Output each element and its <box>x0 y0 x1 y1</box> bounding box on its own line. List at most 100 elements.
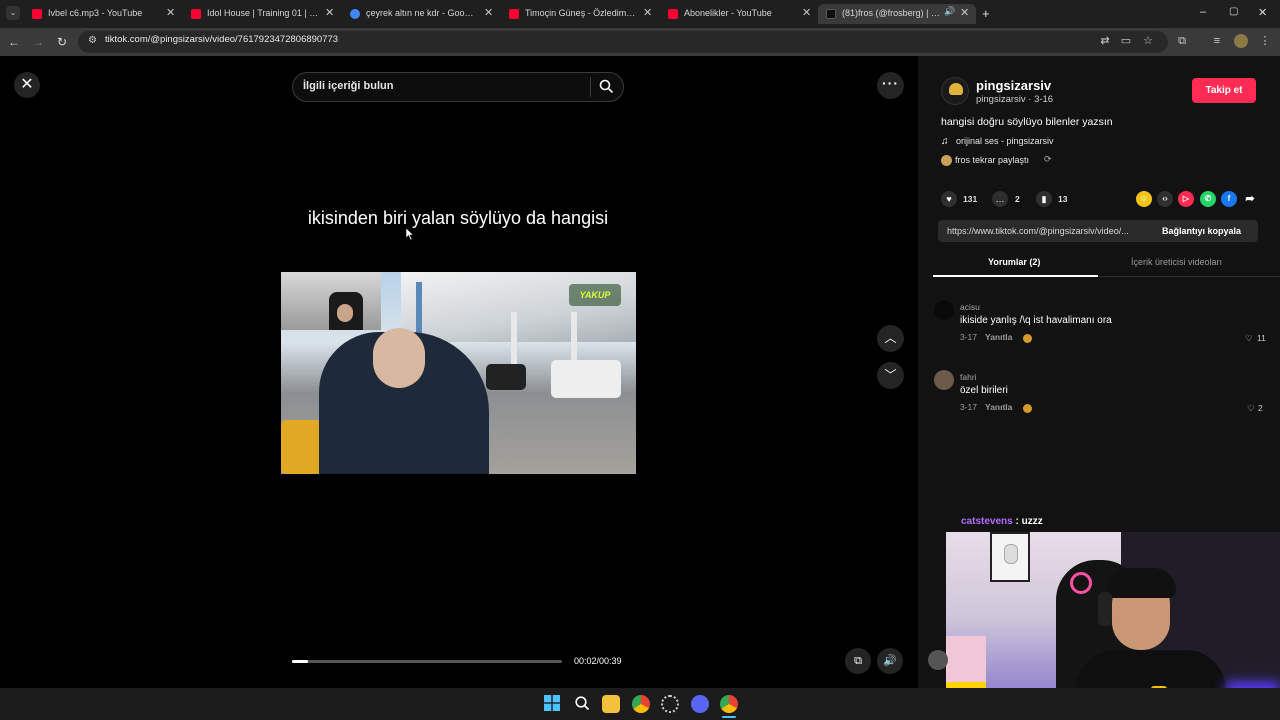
stream-chat-message: catstevens : uzzz <box>961 516 1043 527</box>
like-heart-icon[interactable]: ♥ <box>941 191 957 207</box>
comment-text: özel birileri <box>960 385 1008 396</box>
repost-text[interactable]: fros tekrar paylaştı <box>955 155 1029 165</box>
comment-username[interactable]: acisu <box>960 302 980 312</box>
tiktok-favicon-icon <box>826 9 836 19</box>
menu-kebab-icon[interactable]: ⋮ <box>1258 34 1272 48</box>
youtube-favicon-icon <box>32 9 42 19</box>
minimize-icon[interactable]: – <box>1200 6 1206 18</box>
facebook-icon[interactable]: f <box>1221 191 1237 207</box>
close-tab-icon[interactable]: ✕ <box>166 6 175 19</box>
video-caption: ikisinden biri yalan söylüyo da hangisi <box>307 208 609 228</box>
search-placeholder: İlgili içeriği bulun <box>303 80 394 92</box>
browser-tab[interactable]: çeyrek altın ne kdr - Google'da ✕ <box>340 4 498 24</box>
discord-icon[interactable] <box>691 695 709 713</box>
video-progress-bar[interactable] <box>292 660 562 663</box>
tab-title: Ivbel c6.mp3 - YouTube <box>48 8 143 18</box>
comment-count: 2 <box>1015 194 1020 204</box>
profile-avatar-icon[interactable] <box>1234 34 1248 48</box>
share-arrow-icon[interactable]: ➦ <box>1242 191 1258 207</box>
car <box>486 364 526 390</box>
chrome-active-icon[interactable] <box>720 695 738 713</box>
tab-creator-videos[interactable]: İçerik üreticisi videoları <box>1131 257 1222 267</box>
post-description: hangisi doğru söylüyo bilenler yazsın <box>941 116 1113 128</box>
close-video-button[interactable]: ✕ <box>14 72 40 98</box>
next-video-button[interactable]: ﹀ <box>877 362 904 389</box>
webcam-inset <box>281 272 381 330</box>
translate-icon[interactable]: ⇄ <box>1098 34 1112 48</box>
whatsapp-icon[interactable]: ✆ <box>1200 191 1216 207</box>
browser-tab-active[interactable]: (81)fros (@frosberg) | TikTok 🔊 ✕ <box>818 4 976 24</box>
volume-button[interactable]: 🔊 <box>877 648 903 674</box>
commenter-avatar[interactable] <box>934 370 954 390</box>
save-count: 13 <box>1058 194 1068 204</box>
search-icon[interactable] <box>573 695 591 713</box>
speaker-icon: 🔊 <box>944 6 956 16</box>
reload-icon[interactable]: ↻ <box>54 34 70 50</box>
tab-title: Timoçin Güneş - Özledim (Offic <box>525 8 637 18</box>
post-link[interactable]: https://www.tiktok.com/@pingsizarsiv/vid… <box>947 226 1147 236</box>
tab-search-button[interactable]: ⌄ <box>6 6 20 20</box>
tab-title: çeyrek altın ne kdr - Google'da <box>366 8 478 18</box>
file-explorer-icon[interactable] <box>602 695 620 713</box>
forward-icon[interactable]: → <box>30 34 46 50</box>
close-tab-icon[interactable]: ✕ <box>484 6 493 19</box>
active-app-indicator <box>722 716 736 718</box>
commenter-avatar[interactable] <box>934 300 954 320</box>
send-icon[interactable]: ▷ <box>1178 191 1194 207</box>
tab-comments[interactable]: Yorumlar (2) <box>988 257 1040 267</box>
close-tab-icon[interactable]: ✕ <box>325 6 334 19</box>
comment-username[interactable]: fahri <box>960 372 977 382</box>
comment-like-icon[interactable]: ♡ <box>1245 333 1253 344</box>
copy-link-button[interactable]: Bağlantıyı kopyala <box>1162 226 1241 236</box>
obs-icon[interactable] <box>661 695 679 713</box>
bookmark-star-icon[interactable]: ☆ <box>1141 34 1155 48</box>
back-icon[interactable]: ← <box>6 34 22 50</box>
youtube-favicon-icon <box>191 9 201 19</box>
bookmark-icon[interactable]: ▮ <box>1036 191 1052 207</box>
cast-icon[interactable]: ▭ <box>1119 34 1133 48</box>
man-head <box>373 328 425 388</box>
comment-like-icon[interactable]: ♡ <box>1247 403 1255 414</box>
music-link[interactable]: orijinal ses - pingsizarsiv <box>956 136 1054 146</box>
more-options-button[interactable]: ··· <box>877 72 904 99</box>
windows-start-icon[interactable] <box>543 695 561 713</box>
search-icon[interactable] <box>598 78 614 94</box>
close-tab-icon[interactable]: ✕ <box>802 6 811 19</box>
music-note-icon: ♫ <box>941 136 949 147</box>
airport-canopy <box>401 272 636 342</box>
friends-share-icon[interactable]: ☺ <box>1136 191 1152 207</box>
youtube-favicon-icon <box>668 9 678 19</box>
chat-text: : uzzz <box>1015 516 1043 527</box>
follow-button[interactable]: Takip et <box>1192 78 1256 103</box>
google-favicon-icon <box>350 9 360 19</box>
floating-player-button[interactable]: ⧉ <box>845 648 871 674</box>
chrome-icon[interactable] <box>632 695 650 713</box>
close-tab-icon[interactable]: ✕ <box>643 6 652 19</box>
close-tab-icon[interactable]: ✕ <box>960 6 969 19</box>
reply-button[interactable]: Yanıtla <box>985 332 1012 342</box>
url-text[interactable]: tiktok.com/@pingsizarsiv/video/761792347… <box>105 34 338 45</box>
video-time: 00:02/00:39 <box>574 656 622 666</box>
new-tab-icon[interactable]: + <box>982 6 990 21</box>
browser-tab[interactable]: Abonelikler - YouTube ✕ <box>658 4 816 24</box>
creator-subline: pingsizarsiv · 3-16 <box>976 94 1054 105</box>
video-frame: YAKUP <box>281 272 636 474</box>
browser-tab[interactable]: Ivbel c6.mp3 - YouTube ✕ <box>22 4 180 24</box>
reply-button[interactable]: Yanıtla <box>985 402 1012 412</box>
browser-tab[interactable]: Idol House | Training 01 | Dans ✕ <box>181 4 339 24</box>
creator-username[interactable]: pingsizarsiv <box>976 78 1051 93</box>
browser-tab[interactable]: Timoçin Güneş - Özledim (Offic ✕ <box>499 4 657 24</box>
media-controls-icon[interactable]: ≡ <box>1210 34 1224 48</box>
creator-liked-badge <box>1023 404 1032 413</box>
creator-avatar[interactable] <box>941 77 969 105</box>
site-info-icon[interactable]: ⚙ <box>88 35 97 46</box>
mouse-cursor-icon <box>406 228 414 240</box>
embed-icon[interactable]: ‹› <box>1157 191 1173 207</box>
comment-like-count: 11 <box>1257 333 1266 343</box>
tab-title: (81)fros (@frosberg) | TikTok <box>842 8 942 18</box>
previous-video-button[interactable]: ︿ <box>877 325 904 352</box>
maximize-icon[interactable]: ▢ <box>1229 6 1238 17</box>
extensions-icon[interactable]: ⧉ <box>1175 34 1189 48</box>
comment-icon[interactable]: … <box>992 191 1008 207</box>
window-close-icon[interactable]: ✕ <box>1258 6 1267 19</box>
